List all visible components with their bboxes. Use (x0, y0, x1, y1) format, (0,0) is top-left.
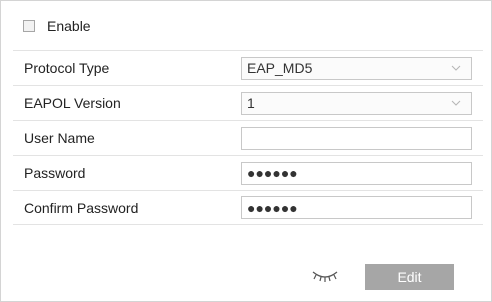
protocol-type-row: Protocol Type EAP_MD5 (13, 50, 483, 85)
user-name-label: User Name (24, 130, 95, 146)
confirm-password-input[interactable]: ●●●●●● (241, 196, 472, 219)
password-value: ●●●●●● (247, 165, 298, 181)
enable-label: Enable (47, 18, 91, 34)
eye-closed-icon[interactable] (311, 269, 339, 283)
protocol-type-label: Protocol Type (24, 60, 110, 76)
eapol-version-row: EAPOL Version 1 (13, 85, 483, 120)
eapol-version-value: 1 (247, 95, 255, 111)
chevron-down-icon (451, 65, 461, 71)
confirm-password-value: ●●●●●● (247, 199, 298, 216)
eapol-version-select[interactable]: 1 (241, 91, 472, 115)
protocol-type-value: EAP_MD5 (247, 60, 313, 76)
confirm-password-label: Confirm Password (24, 199, 139, 216)
action-bar: Edit (1, 259, 491, 290)
password-label: Password (24, 165, 86, 181)
enable-row: Enable (23, 16, 91, 36)
password-row: Password ●●●●●● (13, 155, 483, 190)
eapol-settings-panel: Enable Protocol Type EAP_MD5 EAPOL Versi… (0, 0, 492, 302)
edit-button[interactable]: Edit (365, 264, 454, 290)
confirm-password-row: Confirm Password ●●●●●● (13, 190, 483, 225)
user-name-row: User Name (13, 120, 483, 155)
password-input[interactable]: ●●●●●● (241, 161, 472, 185)
protocol-type-select[interactable]: EAP_MD5 (241, 56, 472, 80)
eapol-form: Protocol Type EAP_MD5 EAPOL Version 1 Us… (13, 50, 483, 225)
chevron-down-icon (451, 100, 461, 106)
enable-checkbox[interactable] (23, 20, 35, 32)
user-name-input[interactable] (241, 126, 472, 150)
eapol-version-label: EAPOL Version (24, 95, 121, 111)
